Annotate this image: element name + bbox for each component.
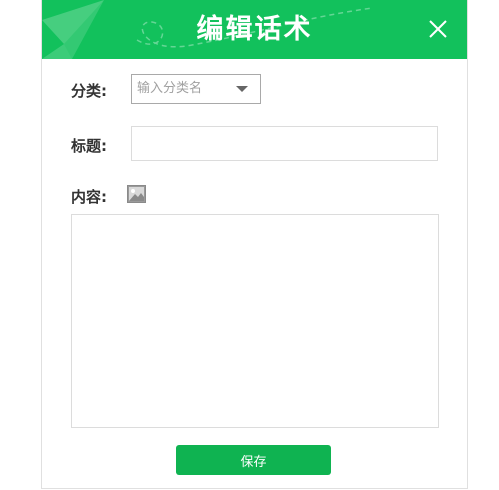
content-textarea[interactable] <box>71 214 439 428</box>
dialog-header: 编辑话术 <box>42 0 467 59</box>
dialog-title: 编辑话术 <box>196 14 313 45</box>
chevron-down-icon <box>236 86 248 92</box>
title-input[interactable] <box>131 126 438 161</box>
category-label: 分类: <box>71 82 107 100</box>
content-label: 内容: <box>71 188 107 206</box>
save-button[interactable]: 保存 <box>176 445 331 475</box>
image-icon[interactable] <box>127 185 146 203</box>
close-icon[interactable] <box>427 18 449 40</box>
edit-script-dialog: 编辑话术 分类: 输入分类名 标题: 内容: 保存 <box>41 0 468 489</box>
category-placeholder: 输入分类名 <box>137 81 203 96</box>
title-label: 标题: <box>71 137 107 155</box>
category-select[interactable]: 输入分类名 <box>131 74 261 104</box>
